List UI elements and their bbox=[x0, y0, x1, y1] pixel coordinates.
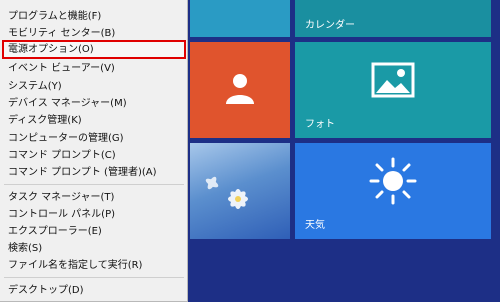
menu-item-task-manager[interactable]: タスク マネージャー(T) bbox=[4, 190, 184, 205]
menu-item-mobility-center[interactable]: モビリティ センター(B) bbox=[4, 26, 184, 41]
flower-image bbox=[205, 176, 248, 209]
tile-calendar-label: カレンダー bbox=[305, 20, 355, 31]
menu-item-control-panel[interactable]: コントロール パネル(P) bbox=[4, 207, 184, 222]
menu-item-device-manager[interactable]: デバイス マネージャー(M) bbox=[4, 96, 184, 111]
menu-item-power-options[interactable]: 電源オプション(O) bbox=[2, 40, 186, 59]
menu-item-system[interactable]: システム(Y) bbox=[4, 79, 184, 94]
menu-item-programs-and-features[interactable]: プログラムと機能(F) bbox=[4, 9, 184, 24]
tile-desktop[interactable] bbox=[190, 143, 290, 239]
menu-item-explorer[interactable]: エクスプローラー(E) bbox=[4, 224, 184, 239]
menu-item-desktop[interactable]: デスクトップ(D) bbox=[4, 283, 184, 298]
menu-separator bbox=[4, 184, 184, 185]
sun-icon bbox=[369, 157, 417, 205]
menu-item-event-viewer[interactable]: イベント ビューアー(V) bbox=[4, 61, 184, 76]
tile-photos-label: フォト bbox=[305, 119, 335, 130]
person-icon bbox=[226, 74, 254, 105]
menu-item-command-prompt[interactable]: コマンド プロンプト(C) bbox=[4, 148, 184, 163]
tile-top-partial[interactable] bbox=[190, 0, 290, 37]
menu-item-command-prompt-admin[interactable]: コマンド プロンプト (管理者)(A) bbox=[4, 165, 184, 180]
menu-item-search[interactable]: 検索(S) bbox=[4, 241, 184, 256]
menu-item-run[interactable]: ファイル名を指定して実行(R) bbox=[4, 258, 184, 273]
tile-photos[interactable]: フォト bbox=[295, 42, 491, 138]
quick-link-menu: プログラムと機能(F) モビリティ センター(B) 電源オプション(O) イベン… bbox=[0, 0, 188, 302]
photo-icon bbox=[371, 62, 415, 98]
menu-item-disk-management[interactable]: ディスク管理(K) bbox=[4, 113, 184, 128]
tile-calendar[interactable]: カレンダー bbox=[295, 0, 491, 37]
menu-item-computer-management[interactable]: コンピューターの管理(G) bbox=[4, 131, 184, 146]
menu-separator bbox=[4, 277, 184, 278]
tile-weather[interactable]: 天気 bbox=[295, 143, 491, 239]
tile-weather-label: 天気 bbox=[305, 220, 325, 231]
tile-people[interactable] bbox=[190, 42, 290, 138]
